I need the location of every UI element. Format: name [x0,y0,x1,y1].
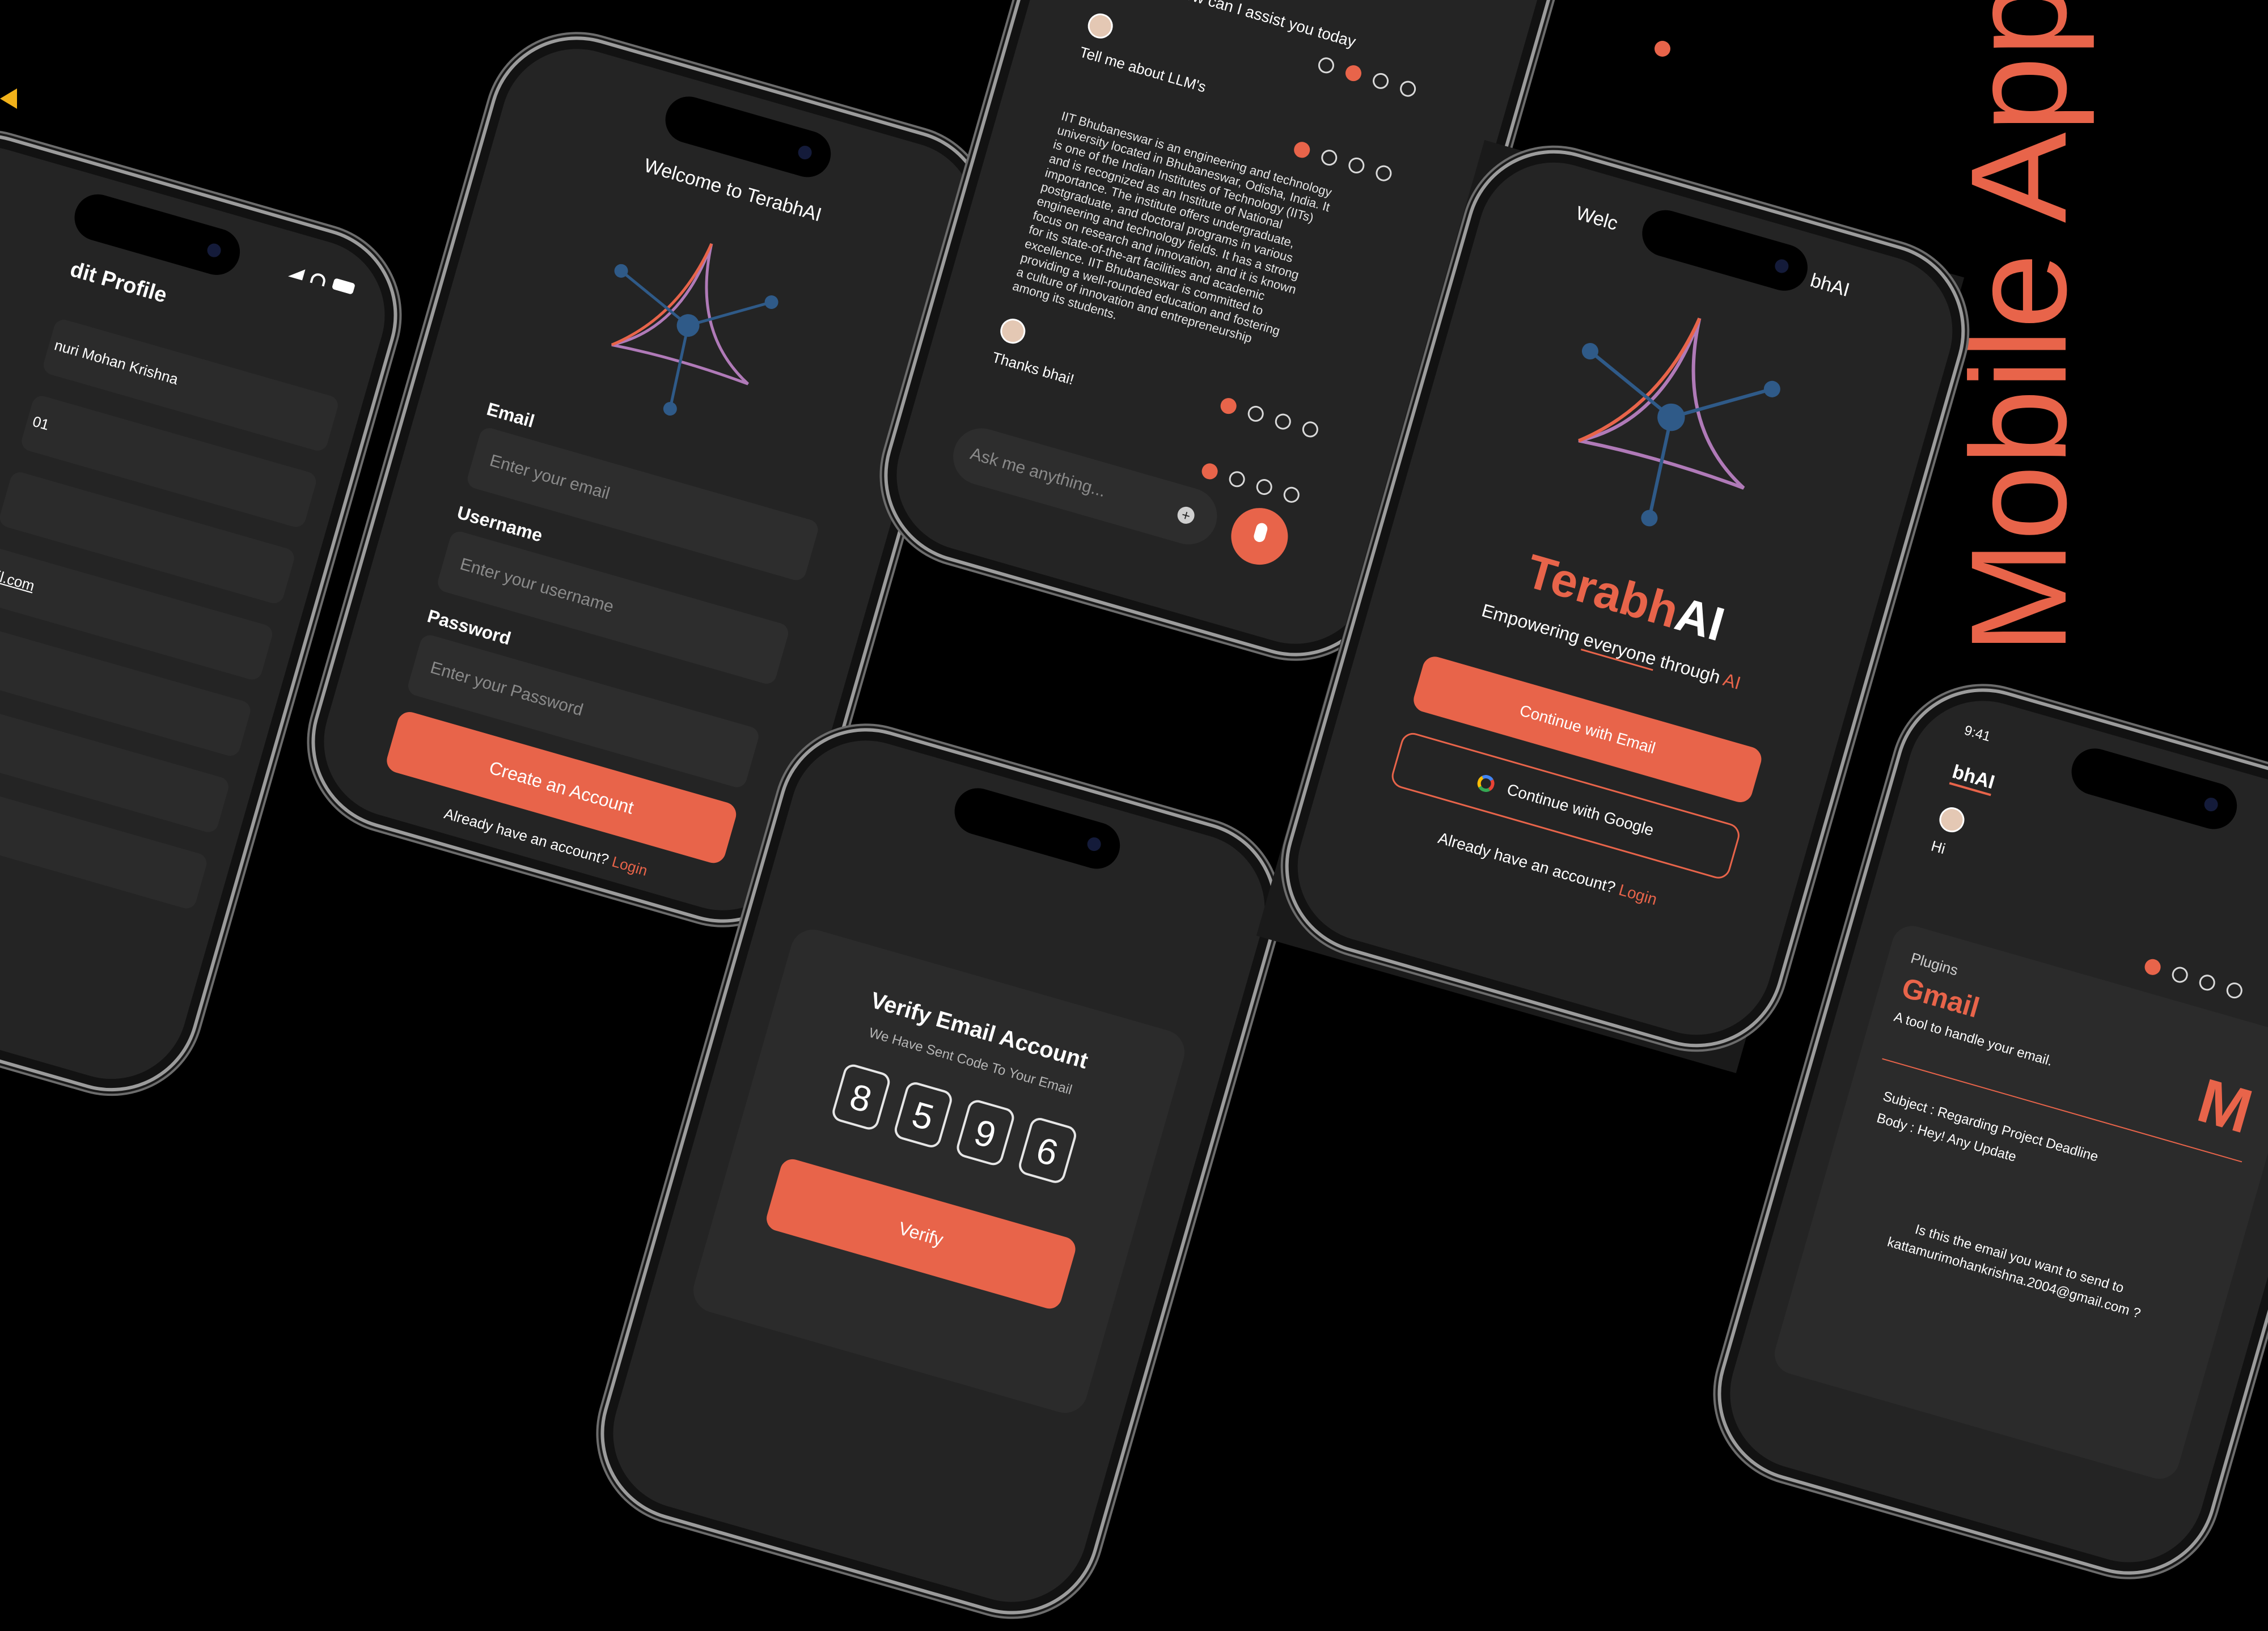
plugin-icon[interactable] [2143,957,2163,977]
chat-input[interactable]: Ask me anything... [946,421,1224,552]
dynamic-island [2066,743,2242,835]
flag-icon[interactable] [1281,485,1302,505]
plugin-icon[interactable] [1200,461,1220,481]
signal-icon [287,265,306,281]
google-button-label: Continue with Google [1505,780,1656,840]
plugin-icon[interactable] [1218,396,1238,416]
name-value: nuri Mohan Krishna [52,336,180,388]
user-avatar [1085,10,1116,42]
status-icons [287,265,356,295]
settings-icon[interactable] [1273,412,1293,431]
otp-digit-4[interactable]: 6 [1016,1115,1079,1185]
terabhai-logo [611,243,778,416]
email-value: ail.com [0,565,37,595]
welcome-title-right: bhAI [1808,269,1852,302]
mic-button[interactable] [1224,501,1295,571]
user-avatar [997,315,1029,347]
eye-icon[interactable] [1246,404,1266,424]
dynamic-island [949,782,1125,875]
response-toolbar [2143,957,2245,1001]
page-title: dit Profile [67,257,170,308]
login-link[interactable]: Login [610,853,649,879]
tagline-post: through [1653,649,1727,689]
eye-icon[interactable] [2170,965,2190,985]
otp-digit-3[interactable]: 9 [954,1098,1017,1168]
google-icon [1475,773,1497,794]
settings-icon[interactable] [1254,477,1275,497]
settings-icon[interactable] [1347,155,1366,176]
response-toolbar-1 [1316,56,1418,99]
wifi-icon [310,272,327,287]
confirm-question-line1: Is this the email you want to send to [1913,1221,2126,1297]
plugin-card: Plugins Gmail A tool to handle your emai… [1770,921,2268,1484]
welcome-title-left: Welc [1573,202,1620,235]
battery-icon [331,278,356,295]
user-avatar [1936,804,1967,836]
eye-icon[interactable] [1343,63,1364,83]
email-label: Email [484,398,537,432]
settings-icon[interactable] [1370,71,1391,91]
user-message: Hi [1929,837,1948,858]
orange-dot [1655,41,1670,57]
otp-digit-2[interactable]: 5 [892,1079,955,1150]
side-title: Mobile App [1943,0,2094,654]
flag-icon[interactable] [1300,420,1321,439]
yellow-triangle-marker [0,88,17,109]
flag-icon[interactable] [2224,980,2245,1001]
user-message-1: Tell me about LLM's [1077,43,1208,96]
verify-card: Verify Email Account We Have Sent Code T… [688,924,1190,1418]
otp-digit-1[interactable]: 8 [830,1062,892,1132]
tagline-highlight: everyone [1581,629,1659,671]
response-toolbar-4 [1200,461,1302,505]
response-toolbar-2 [1292,140,1394,183]
assistant-greeting: Hey Bhai, How can I assist you today [1101,0,1358,51]
eye-icon[interactable] [1227,469,1247,489]
plugin-icon[interactable] [1316,56,1336,75]
app-title: bhAI [1949,760,1998,797]
flag-icon[interactable] [1374,163,1394,183]
response-toolbar-3 [1218,396,1321,439]
eye-icon[interactable] [1319,147,1339,168]
terabhai-logo [1578,317,1780,527]
confirm-question-line2: kattamurimohankrishna.2004@gmail.com ? [1885,1234,2143,1321]
flag-icon[interactable] [1398,79,1418,99]
status-time: 9:41 [1962,722,1992,745]
id-value: 01 [31,412,52,434]
login-link[interactable]: Login [1617,881,1659,909]
user-message-2: Thanks bhai! [990,348,1076,388]
plugin-icon[interactable] [1292,140,1312,160]
verify-button[interactable]: Verify [763,1156,1078,1312]
settings-icon[interactable] [2197,973,2218,993]
mic-icon [1253,522,1269,544]
gmail-logo-icon: M [2190,1065,2260,1147]
